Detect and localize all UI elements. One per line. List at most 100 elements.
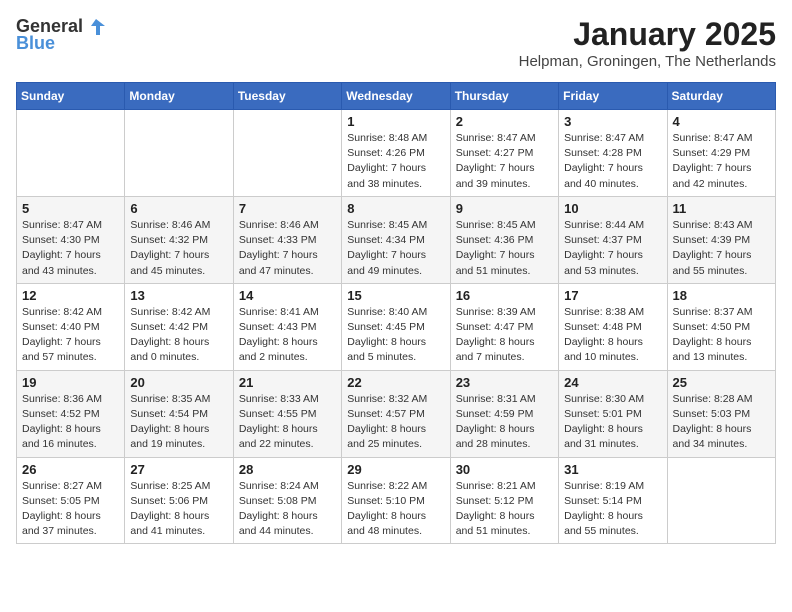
calendar-cell: 25Sunrise: 8:28 AMSunset: 5:03 PMDayligh…	[667, 370, 775, 457]
calendar-cell: 22 Sunrise: 8:32 AMSunset: 4:57 PMDayligh…	[342, 370, 450, 457]
weekday-header-wednesday: Wednesday	[342, 83, 450, 110]
calendar-cell: 6 Sunrise: 8:46 AMSunset: 4:32 PMDaylight…	[125, 196, 233, 283]
day-info: Sunrise: 8:46 AMSunset: 4:32 PMDaylight:…	[130, 218, 227, 279]
day-info: Sunrise: 8:41 AMSunset: 4:43 PMDaylight:…	[239, 305, 336, 366]
day-number: 17	[564, 288, 661, 303]
calendar-cell: 19Sunrise: 8:36 AMSunset: 4:52 PMDayligh…	[17, 370, 125, 457]
calendar-cell: 4Sunrise: 8:47 AMSunset: 4:29 PMDaylight…	[667, 110, 775, 197]
calendar-cell: 12 Sunrise: 8:42 AMSunset: 4:40 PMDayligh…	[17, 283, 125, 370]
day-number: 6	[130, 201, 227, 216]
day-info: Sunrise: 8:36 AMSunset: 4:52 PMDaylight:…	[22, 392, 119, 453]
logo: General Blue	[16, 16, 107, 54]
calendar-cell: 29 Sunrise: 8:22 AMSunset: 5:10 PMDayligh…	[342, 457, 450, 544]
day-number: 27	[130, 462, 227, 477]
day-info: Sunrise: 8:24 AMSunset: 5:08 PMDaylight:…	[239, 479, 336, 540]
calendar-cell: 31 Sunrise: 8:19 AMSunset: 5:14 PMDayligh…	[559, 457, 667, 544]
day-number: 22	[347, 375, 444, 390]
month-title: January 2025	[519, 16, 776, 53]
day-info: Sunrise: 8:30 AMSunset: 5:01 PMDaylight:…	[564, 392, 661, 453]
day-number: 4	[673, 114, 770, 129]
day-info: Sunrise: 8:45 AMSunset: 4:34 PMDaylight:…	[347, 218, 444, 279]
calendar-cell: 30 Sunrise: 8:21 AMSunset: 5:12 PMDayligh…	[450, 457, 558, 544]
calendar-cell: 27Sunrise: 8:25 AMSunset: 5:06 PMDayligh…	[125, 457, 233, 544]
calendar-cell: 14 Sunrise: 8:41 AMSunset: 4:43 PMDayligh…	[233, 283, 341, 370]
calendar-cell: 16Sunrise: 8:39 AMSunset: 4:47 PMDayligh…	[450, 283, 558, 370]
weekday-header-monday: Monday	[125, 83, 233, 110]
day-number: 5	[22, 201, 119, 216]
calendar-table: SundayMondayTuesdayWednesdayThursdayFrid…	[16, 82, 776, 544]
calendar-cell: 26 Sunrise: 8:27 AMSunset: 5:05 PMDayligh…	[17, 457, 125, 544]
weekday-header-friday: Friday	[559, 83, 667, 110]
week-row-5: 26 Sunrise: 8:27 AMSunset: 5:05 PMDayligh…	[17, 457, 776, 544]
day-number: 24	[564, 375, 661, 390]
day-number: 18	[673, 288, 770, 303]
calendar-cell: 18Sunrise: 8:37 AMSunset: 4:50 PMDayligh…	[667, 283, 775, 370]
calendar-cell: 3 Sunrise: 8:47 AMSunset: 4:28 PMDaylight…	[559, 110, 667, 197]
day-info: Sunrise: 8:47 AMSunset: 4:28 PMDaylight:…	[564, 131, 661, 192]
calendar-cell: 10Sunrise: 8:44 AMSunset: 4:37 PMDayligh…	[559, 196, 667, 283]
day-info: Sunrise: 8:42 AMSunset: 4:42 PMDaylight:…	[130, 305, 227, 366]
location-title: Helpman, Groningen, The Netherlands	[519, 53, 776, 70]
day-number: 20	[130, 375, 227, 390]
calendar-cell: 20 Sunrise: 8:35 AMSunset: 4:54 PMDayligh…	[125, 370, 233, 457]
day-info: Sunrise: 8:48 AMSunset: 4:26 PMDaylight:…	[347, 131, 444, 192]
day-number: 9	[456, 201, 553, 216]
day-number: 8	[347, 201, 444, 216]
logo-blue-text: Blue	[16, 34, 55, 54]
day-number: 12	[22, 288, 119, 303]
day-info: Sunrise: 8:47 AMSunset: 4:27 PMDaylight:…	[456, 131, 553, 192]
day-info: Sunrise: 8:21 AMSunset: 5:12 PMDaylight:…	[456, 479, 553, 540]
day-number: 29	[347, 462, 444, 477]
day-info: Sunrise: 8:38 AMSunset: 4:48 PMDaylight:…	[564, 305, 661, 366]
calendar-cell: 2 Sunrise: 8:47 AMSunset: 4:27 PMDaylight…	[450, 110, 558, 197]
day-info: Sunrise: 8:33 AMSunset: 4:55 PMDaylight:…	[239, 392, 336, 453]
title-block: January 2025 Helpman, Groningen, The Net…	[519, 16, 776, 70]
day-info: Sunrise: 8:46 AMSunset: 4:33 PMDaylight:…	[239, 218, 336, 279]
day-info: Sunrise: 8:27 AMSunset: 5:05 PMDaylight:…	[22, 479, 119, 540]
weekday-header-sunday: Sunday	[17, 83, 125, 110]
day-number: 26	[22, 462, 119, 477]
calendar-cell: 15Sunrise: 8:40 AMSunset: 4:45 PMDayligh…	[342, 283, 450, 370]
day-number: 3	[564, 114, 661, 129]
page-header: General Blue January 2025 Helpman, Groni…	[16, 16, 776, 70]
day-number: 11	[673, 201, 770, 216]
calendar-cell: 8 Sunrise: 8:45 AMSunset: 4:34 PMDaylight…	[342, 196, 450, 283]
day-number: 13	[130, 288, 227, 303]
calendar-cell: 5Sunrise: 8:47 AMSunset: 4:30 PMDaylight…	[17, 196, 125, 283]
day-info: Sunrise: 8:39 AMSunset: 4:47 PMDaylight:…	[456, 305, 553, 366]
week-row-3: 12 Sunrise: 8:42 AMSunset: 4:40 PMDayligh…	[17, 283, 776, 370]
calendar-cell	[233, 110, 341, 197]
day-number: 2	[456, 114, 553, 129]
day-info: Sunrise: 8:40 AMSunset: 4:45 PMDaylight:…	[347, 305, 444, 366]
day-info: Sunrise: 8:43 AMSunset: 4:39 PMDaylight:…	[673, 218, 770, 279]
day-number: 31	[564, 462, 661, 477]
weekday-header-tuesday: Tuesday	[233, 83, 341, 110]
calendar-cell: 9 Sunrise: 8:45 AMSunset: 4:36 PMDaylight…	[450, 196, 558, 283]
week-row-1: 1Sunrise: 8:48 AMSunset: 4:26 PMDaylight…	[17, 110, 776, 197]
day-number: 14	[239, 288, 336, 303]
calendar-cell: 28 Sunrise: 8:24 AMSunset: 5:08 PMDayligh…	[233, 457, 341, 544]
day-info: Sunrise: 8:22 AMSunset: 5:10 PMDaylight:…	[347, 479, 444, 540]
week-row-4: 19Sunrise: 8:36 AMSunset: 4:52 PMDayligh…	[17, 370, 776, 457]
day-info: Sunrise: 8:42 AMSunset: 4:40 PMDaylight:…	[22, 305, 119, 366]
day-number: 21	[239, 375, 336, 390]
calendar-cell	[667, 457, 775, 544]
calendar-cell: 11 Sunrise: 8:43 AMSunset: 4:39 PMDayligh…	[667, 196, 775, 283]
calendar-cell: 17 Sunrise: 8:38 AMSunset: 4:48 PMDayligh…	[559, 283, 667, 370]
calendar-cell: 24 Sunrise: 8:30 AMSunset: 5:01 PMDayligh…	[559, 370, 667, 457]
weekday-header-thursday: Thursday	[450, 83, 558, 110]
day-info: Sunrise: 8:31 AMSunset: 4:59 PMDaylight:…	[456, 392, 553, 453]
calendar-cell: 13 Sunrise: 8:42 AMSunset: 4:42 PMDayligh…	[125, 283, 233, 370]
day-number: 7	[239, 201, 336, 216]
day-info: Sunrise: 8:45 AMSunset: 4:36 PMDaylight:…	[456, 218, 553, 279]
day-info: Sunrise: 8:19 AMSunset: 5:14 PMDaylight:…	[564, 479, 661, 540]
day-number: 30	[456, 462, 553, 477]
weekday-header-row: SundayMondayTuesdayWednesdayThursdayFrid…	[17, 83, 776, 110]
calendar-cell: 1Sunrise: 8:48 AMSunset: 4:26 PMDaylight…	[342, 110, 450, 197]
day-number: 28	[239, 462, 336, 477]
day-info: Sunrise: 8:35 AMSunset: 4:54 PMDaylight:…	[130, 392, 227, 453]
day-info: Sunrise: 8:28 AMSunset: 5:03 PMDaylight:…	[673, 392, 770, 453]
day-info: Sunrise: 8:32 AMSunset: 4:57 PMDaylight:…	[347, 392, 444, 453]
calendar-cell	[125, 110, 233, 197]
logo-flag-icon	[85, 16, 107, 38]
